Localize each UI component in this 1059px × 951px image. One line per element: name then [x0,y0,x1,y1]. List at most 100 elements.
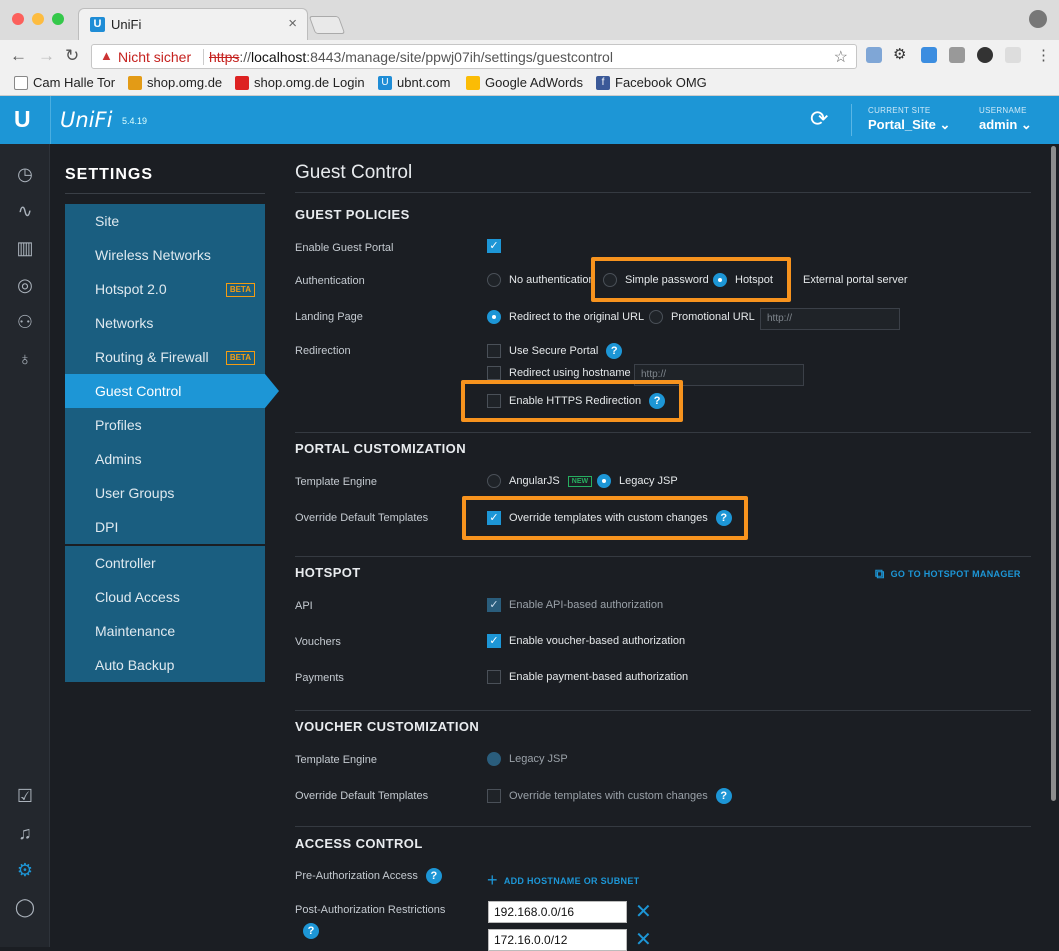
profile-icon[interactable] [1029,10,1047,28]
help-icon[interactable]: ? [715,788,732,804]
chat-icon[interactable]: ◯ [14,896,36,918]
address-bar[interactable]: ▲ Nicht sicher https://localhost:8443/ma… [91,44,857,69]
refresh-icon[interactable]: ⟳ [810,106,828,132]
url-text[interactable]: https://localhost:8443/manage/site/ppwj0… [209,49,613,65]
statistics-icon[interactable]: ∿ [14,200,36,222]
label-text: Pre-Authorization Access [295,870,418,882]
sidebar-item-dpi[interactable]: DPI [65,510,265,544]
option-label: Override templates with custom changes [509,790,708,802]
sidebar-item-hotspot[interactable]: Hotspot 2.0 BETA [65,272,265,306]
voucher-engine-legacy-jsp-radio[interactable]: Legacy JSP [487,752,568,766]
sidebar-item-cloud-access[interactable]: Cloud Access [65,580,265,614]
auth-none-radio[interactable]: No authentication [487,273,595,287]
voucher-auth-checkbox[interactable]: ✓ Enable voucher-based authorization [487,634,685,648]
vouchers-label: Vouchers [295,636,341,648]
bookmark-label: shop.omg.de [147,75,223,90]
secure-portal-checkbox[interactable]: Use Secure Portal? [487,343,623,359]
hotspot-manager-link[interactable]: ⧉ GO TO HOTSPOT MANAGER [875,566,1021,582]
bookmark-item[interactable]: Uubnt.com [378,75,450,90]
voucher-engine-label: Template Engine [295,754,377,766]
help-icon[interactable]: ? [303,923,319,939]
enable-guest-portal-checkbox[interactable]: ✓ [487,239,501,253]
bookmark-item[interactable]: shop.omg.de Login [235,75,365,90]
forward-arrow-icon[interactable]: → [38,46,55,66]
alerts-icon[interactable]: ♫ [14,822,36,844]
auth-external-portal-radio[interactable]: External portal server [781,273,908,287]
events-icon[interactable]: ☑ [14,785,36,807]
promotional-url-input[interactable]: http:// [760,308,900,330]
insights-icon[interactable]: ♁ [14,348,36,370]
api-auth-checkbox[interactable]: ✓ Enable API-based authorization [487,598,663,612]
security-status[interactable]: Nicht sicher [118,49,191,65]
close-window-button[interactable] [12,13,24,25]
checkbox [487,789,501,803]
payments-label: Payments [295,672,344,684]
dashboard-icon[interactable]: ◷ [14,163,36,185]
minimize-window-button[interactable] [32,13,44,25]
bookmark-item[interactable]: Google AdWords [466,75,583,90]
voucher-override-checkbox[interactable]: Override templates with custom changes? [487,788,732,804]
voucher-override-label: Override Default Templates [295,790,429,802]
sidebar-item-auto-backup[interactable]: Auto Backup [65,648,265,682]
remove-subnet-icon[interactable]: ✕ [635,930,652,950]
sidebar-item-admins[interactable]: Admins [65,442,265,476]
redirect-hostname-checkbox[interactable]: Redirect using hostname [487,366,631,380]
site-selector[interactable]: CURRENT SITE Portal_Site ⌄ [868,106,950,133]
settings-icon[interactable]: ⚙ [14,859,36,881]
navigation-bar: ← → ↻ ▲ Nicht sicher https://localhost:8… [0,40,1059,72]
help-icon[interactable]: ? [606,343,623,359]
bookmark-item[interactable]: f Facebook OMG [596,75,707,90]
extension-icon[interactable] [866,47,882,63]
bookmark-label: Cam Halle Tor [33,75,116,90]
sidebar-item-routing-firewall[interactable]: Routing & Firewall BETA [65,340,265,374]
tab-close-icon[interactable]: × [288,15,297,32]
url-host: localhost [251,49,307,65]
bookmark-item[interactable]: shop.omg.de [128,75,222,90]
back-arrow-icon[interactable]: ← [10,46,27,66]
remove-subnet-icon[interactable]: ✕ [635,902,652,922]
sidebar-item-guest-control[interactable]: Guest Control [65,374,279,408]
post-auth-subnet-input[interactable]: 172.16.0.0/12 [488,929,627,951]
option-label: Legacy JSP [619,475,678,487]
bookmark-label: Facebook OMG [615,75,707,90]
landing-original-url-radio[interactable]: Redirect to the original URL [487,310,644,324]
sidebar-item-wireless-networks[interactable]: Wireless Networks [65,238,265,272]
sidebar-item-site[interactable]: Site [65,204,265,238]
new-tab-button[interactable] [308,16,346,34]
engine-angularjs-radio[interactable]: AngularJS NEW [487,474,593,488]
help-icon[interactable]: ? [425,868,442,884]
sidebar-item-networks[interactable]: Networks [65,306,265,340]
bookmark-item[interactable]: Cam Halle Tor [14,75,115,90]
scrollbar[interactable] [1049,144,1059,947]
browser-tab[interactable]: U UniFi × [78,8,308,40]
user-value: admin [979,117,1018,132]
sidebar-item-controller[interactable]: Controller [65,546,265,580]
menu-dots-icon[interactable]: ⋮ [1036,46,1051,64]
post-auth-subnet-input[interactable]: 192.168.0.0/16 [488,901,627,923]
map-icon[interactable]: ▥ [14,237,36,259]
reload-icon[interactable]: ↻ [65,46,79,66]
gear-icon[interactable]: ⚙ [893,47,909,63]
user-menu[interactable]: USERNAME admin ⌄ [979,106,1032,133]
clients-icon[interactable]: ⚇ [14,311,36,333]
sidebar-item-user-groups[interactable]: User Groups [65,476,265,510]
extension-icon[interactable] [921,47,937,63]
link-label: ADD HOSTNAME OR SUBNET [503,875,640,886]
engine-legacy-jsp-radio[interactable]: Legacy JSP [597,474,678,488]
payment-auth-checkbox[interactable]: Enable payment-based authorization [487,670,688,684]
devices-icon[interactable]: ◎ [14,274,36,296]
sidebar-item-maintenance[interactable]: Maintenance [65,614,265,648]
extension-icon[interactable] [977,47,993,63]
scrollbar-thumb[interactable] [1051,146,1056,801]
add-hostname-button[interactable]: + ADD HOSTNAME OR SUBNET [487,870,639,891]
title-divider [295,192,1031,193]
extension-icon[interactable] [949,47,965,63]
landing-page-label: Landing Page [295,311,363,323]
section-voucher-customization: VOUCHER CUSTOMIZATION [295,719,480,734]
ubiquiti-logo-icon[interactable]: U [14,107,36,131]
landing-promotional-url-radio[interactable]: Promotional URL [649,310,755,324]
sidebar-item-profiles[interactable]: Profiles [65,408,265,442]
bookmark-star-icon[interactable]: ☆ [834,47,848,67]
extension-icon[interactable] [1005,47,1021,63]
maximize-window-button[interactable] [52,13,64,25]
